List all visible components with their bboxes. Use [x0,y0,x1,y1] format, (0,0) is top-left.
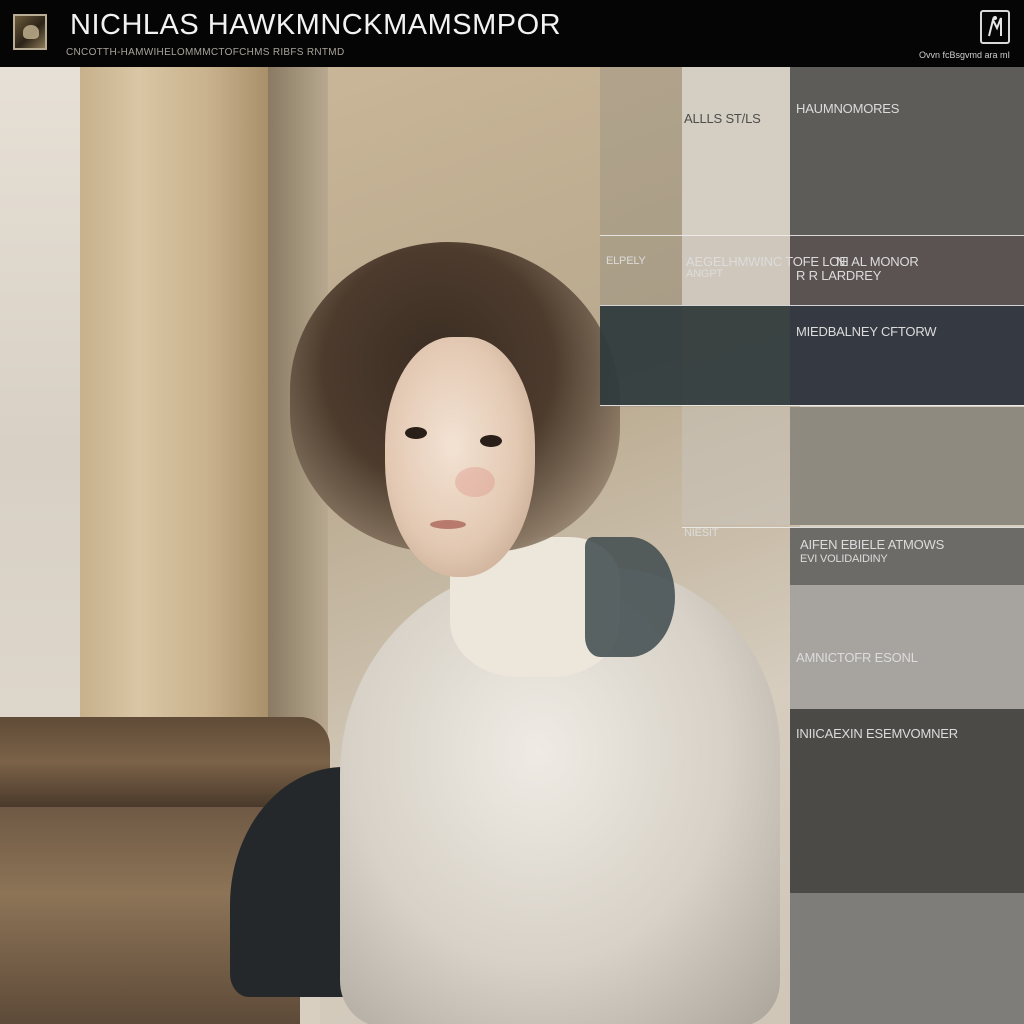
swatch-5 [790,407,1024,525]
swatch-label: ANGPT [686,268,723,280]
swatch-label: EVI VOLIDAIDINY [800,553,888,565]
swatch-2 [790,67,1024,235]
swatch-label: AEGELHMWINC TOFE LOE [686,254,848,269]
swatch-label: INIICAEXIN ESEMVOMNER [796,726,958,741]
swatch-label: NIESIT [684,527,719,539]
header-bar: NICHLAS HAWKMNCKMAMSMPOR CNCOTTH-HAMWIHE… [0,0,1024,67]
header-caption: Ovvn fcBsgvmd ara mI [918,50,1010,60]
swatch-7 [790,585,1024,709]
swatch-3 [600,305,790,405]
swatch-label: HAUMNOMORES [796,101,900,116]
page-title: NICHLAS HAWKMNCKMAMSMPOR [70,9,562,41]
swatch-label: ELPELY [606,255,646,267]
swatch-label: R R LARDREY [796,268,882,283]
swatch-label: NI AL MONOR [836,254,919,269]
divider-line [600,235,1024,236]
swatch-label: ALLLS ST/LS [684,111,761,126]
color-palette: ALLLS ST/LS HAUMNOMORES ELPELY AEGELHMWI… [0,67,1024,1024]
divider-line [600,405,1024,406]
swatch-9 [790,893,1024,1024]
swatch-1 [682,67,790,235]
swatch-label: AIFEN EBIELE ATMOWS [800,537,945,552]
divider-line [600,305,1024,306]
swatch-5b [682,407,790,525]
emblem-icon [980,10,1010,44]
brand-logo-icon [13,14,47,50]
swatch-label: MIEDBALNEY CFTORW [796,324,937,339]
divider-line [682,527,1024,528]
swatch-4 [790,305,1024,405]
swatch-label: AMNICTOFR ESONL [796,650,918,665]
page-subtitle: CNCOTTH-HAMWIHELOMMMCTOFCHMS RIBFS RNTMD [66,47,345,58]
